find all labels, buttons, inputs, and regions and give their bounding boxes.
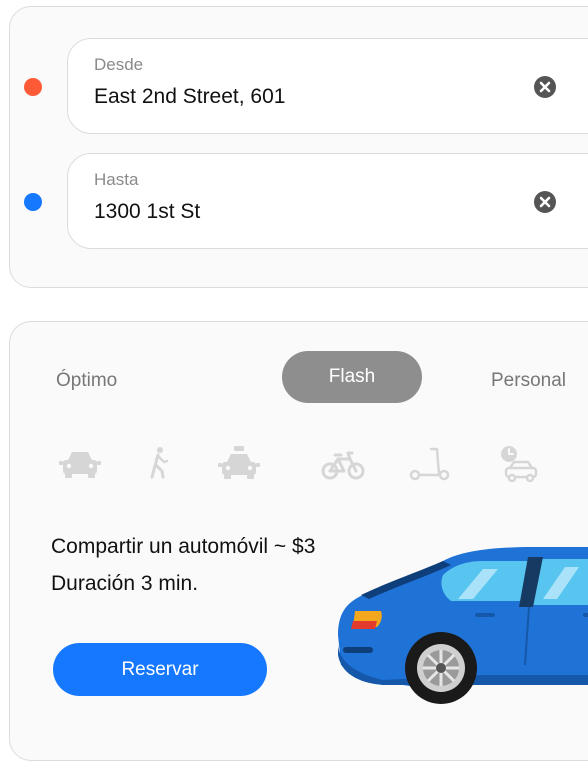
origin-field[interactable]: Desde East 2nd Street, 601: [67, 38, 588, 134]
bicycle-icon[interactable]: [320, 444, 366, 484]
ride-description: Compartir un automóvil ~ $3: [51, 535, 316, 558]
scooter-icon[interactable]: [406, 444, 452, 484]
origin-label: Desde: [94, 55, 144, 74]
scheduled-ride-icon[interactable]: [498, 444, 544, 484]
origin-dot: [24, 78, 42, 96]
origin-value[interactable]: East 2nd Street, 601: [94, 85, 285, 109]
close-icon: [539, 196, 551, 208]
route-card: Desde East 2nd Street, 601 Hasta 1300 1s…: [9, 6, 588, 288]
taxi-icon[interactable]: [216, 444, 262, 484]
tab-personal[interactable]: Personal: [491, 370, 566, 392]
ride-options-card: Óptimo Flash Personal Compartir un autom…: [9, 321, 588, 761]
car-illustration: [333, 535, 588, 710]
clear-origin-button[interactable]: [534, 76, 556, 98]
reserve-button[interactable]: Reservar: [53, 643, 267, 696]
destination-field[interactable]: Hasta 1300 1st St: [67, 153, 588, 249]
tab-flash[interactable]: Flash: [282, 351, 422, 403]
ride-booking-screen: Desde East 2nd Street, 601 Hasta 1300 1s…: [0, 0, 588, 761]
destination-dot: [24, 193, 42, 211]
tab-optimo[interactable]: Óptimo: [56, 370, 117, 392]
car-icon[interactable]: [57, 444, 103, 484]
close-icon: [539, 81, 551, 93]
destination-value[interactable]: 1300 1st St: [94, 200, 200, 224]
walk-icon[interactable]: [136, 444, 182, 484]
clear-destination-button[interactable]: [534, 191, 556, 213]
destination-label: Hasta: [94, 170, 139, 189]
ride-duration: Duración 3 min.: [51, 572, 199, 595]
